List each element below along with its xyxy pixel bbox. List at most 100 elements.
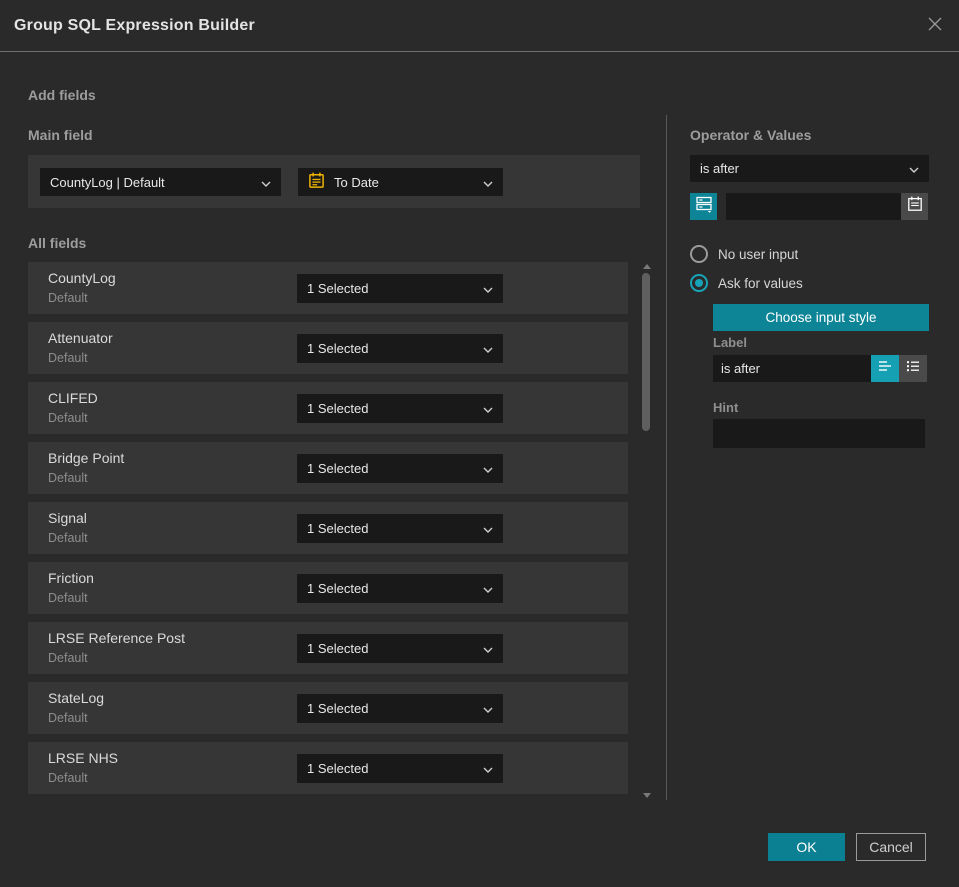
calendar-icon (907, 196, 923, 217)
field-row: LRSE NHS Default 1 Selected (28, 742, 628, 794)
field-row: Signal Default 1 Selected (28, 502, 628, 554)
main-field-select-value: CountyLog | Default (50, 174, 165, 190)
field-values-select[interactable]: 1 Selected (297, 694, 503, 723)
bulleted-list-icon (905, 358, 921, 379)
field-select-value: 1 Selected (307, 281, 369, 296)
field-values-select[interactable]: 1 Selected (297, 454, 503, 483)
field-subtitle: Default (48, 771, 88, 785)
chevron-down-icon (261, 175, 271, 190)
field-select-value: 1 Selected (307, 521, 369, 536)
field-values-select[interactable]: 1 Selected (297, 514, 503, 543)
field-subtitle: Default (48, 291, 88, 305)
radio-no-user-input[interactable]: No user input (690, 245, 798, 263)
field-row: CLIFED Default 1 Selected (28, 382, 628, 434)
label-field-label: Label (713, 335, 747, 350)
field-values-select[interactable]: 1 Selected (297, 274, 503, 303)
field-name: Attenuator (48, 330, 113, 346)
field-name: CountyLog (48, 270, 116, 286)
field-select-value: 1 Selected (307, 401, 369, 416)
unique-values-icon (695, 195, 713, 218)
field-name: CLIFED (48, 390, 98, 406)
date-part-select-value: To Date (334, 174, 379, 190)
field-values-select[interactable]: 1 Selected (297, 394, 503, 423)
field-name: Friction (48, 570, 94, 586)
add-fields-heading: Add fields (28, 87, 96, 103)
fields-scrollbar[interactable] (641, 262, 653, 800)
radio-circle-icon (690, 245, 708, 263)
align-left-icon (877, 358, 893, 379)
field-select-value: 1 Selected (307, 341, 369, 356)
main-field-select[interactable]: CountyLog | Default (40, 168, 281, 196)
field-name: StateLog (48, 690, 105, 706)
scroll-up-arrow-icon[interactable] (643, 264, 651, 269)
operator-select-value: is after (700, 161, 740, 176)
field-name: LRSE NHS (48, 750, 119, 766)
chevron-down-icon (483, 521, 493, 536)
hint-input[interactable] (713, 419, 925, 448)
main-field-panel: CountyLog | Default To Date (28, 155, 640, 208)
field-row: LRSE Reference Post Default 1 Selected (28, 622, 628, 674)
field-select-value: 1 Selected (307, 761, 369, 776)
value-input[interactable] (726, 193, 901, 220)
chevron-down-icon (909, 161, 919, 176)
list-input-style-button[interactable] (899, 355, 927, 382)
choose-input-style-button[interactable]: Choose input style (713, 304, 929, 331)
main-field-heading: Main field (28, 127, 93, 143)
field-name: LRSE Reference Post (48, 630, 185, 646)
group-sql-expression-builder-dialog: Group SQL Expression Builder Add fields … (0, 0, 959, 887)
field-row: CountyLog Default 1 Selected (28, 262, 628, 314)
radio-ask-for-values-label: Ask for values (718, 275, 803, 291)
label-input[interactable] (713, 355, 871, 382)
date-part-select[interactable]: To Date (298, 168, 503, 196)
cancel-button[interactable]: Cancel (856, 833, 926, 861)
field-subtitle: Default (48, 411, 88, 425)
operator-values-heading: Operator & Values (690, 127, 812, 143)
scrollbar-thumb[interactable] (642, 273, 650, 431)
field-values-select[interactable]: 1 Selected (297, 634, 503, 663)
dialog-title: Group SQL Expression Builder (14, 17, 255, 34)
field-values-select[interactable]: 1 Selected (297, 334, 503, 363)
single-line-input-style-button[interactable] (871, 355, 899, 382)
radio-circle-selected-icon (690, 274, 708, 292)
chevron-down-icon (483, 581, 493, 596)
calendar-icon (308, 172, 325, 192)
vertical-divider (666, 115, 667, 800)
radio-ask-for-values[interactable]: Ask for values (690, 274, 803, 292)
field-row: Attenuator Default 1 Selected (28, 322, 628, 374)
date-picker-button[interactable] (901, 193, 928, 220)
all-fields-list: CountyLog Default 1 Selected Attenuator … (28, 262, 628, 802)
field-row: Bridge Point Default 1 Selected (28, 442, 628, 494)
all-fields-heading: All fields (28, 235, 87, 251)
field-row: Friction Default 1 Selected (28, 562, 628, 614)
chevron-down-icon (483, 341, 493, 356)
scroll-down-arrow-icon[interactable] (643, 793, 651, 798)
field-select-value: 1 Selected (307, 641, 369, 656)
chevron-down-icon (483, 281, 493, 296)
field-subtitle: Default (48, 591, 88, 605)
chevron-down-icon (483, 761, 493, 776)
field-subtitle: Default (48, 711, 88, 725)
field-values-select[interactable]: 1 Selected (297, 574, 503, 603)
field-subtitle: Default (48, 651, 88, 665)
field-name: Bridge Point (48, 450, 125, 466)
radio-no-user-input-label: No user input (718, 246, 799, 262)
field-values-select[interactable]: 1 Selected (297, 754, 503, 783)
hint-field-label: Hint (713, 400, 739, 415)
field-subtitle: Default (48, 351, 88, 365)
unique-values-button[interactable] (690, 193, 717, 220)
field-select-value: 1 Selected (307, 461, 369, 476)
field-name: Signal (48, 510, 87, 526)
chevron-down-icon (483, 641, 493, 656)
field-subtitle: Default (48, 531, 88, 545)
field-select-value: 1 Selected (307, 701, 369, 716)
operator-select[interactable]: is after (690, 155, 929, 182)
field-select-value: 1 Selected (307, 581, 369, 596)
chevron-down-icon (483, 401, 493, 416)
chevron-down-icon (483, 461, 493, 476)
operator-values-panel: Operator & Values is after No user input… (690, 0, 929, 887)
field-subtitle: Default (48, 471, 88, 485)
chevron-down-icon (483, 175, 493, 190)
ok-button[interactable]: OK (768, 833, 845, 861)
chevron-down-icon (483, 701, 493, 716)
field-row: StateLog Default 1 Selected (28, 682, 628, 734)
